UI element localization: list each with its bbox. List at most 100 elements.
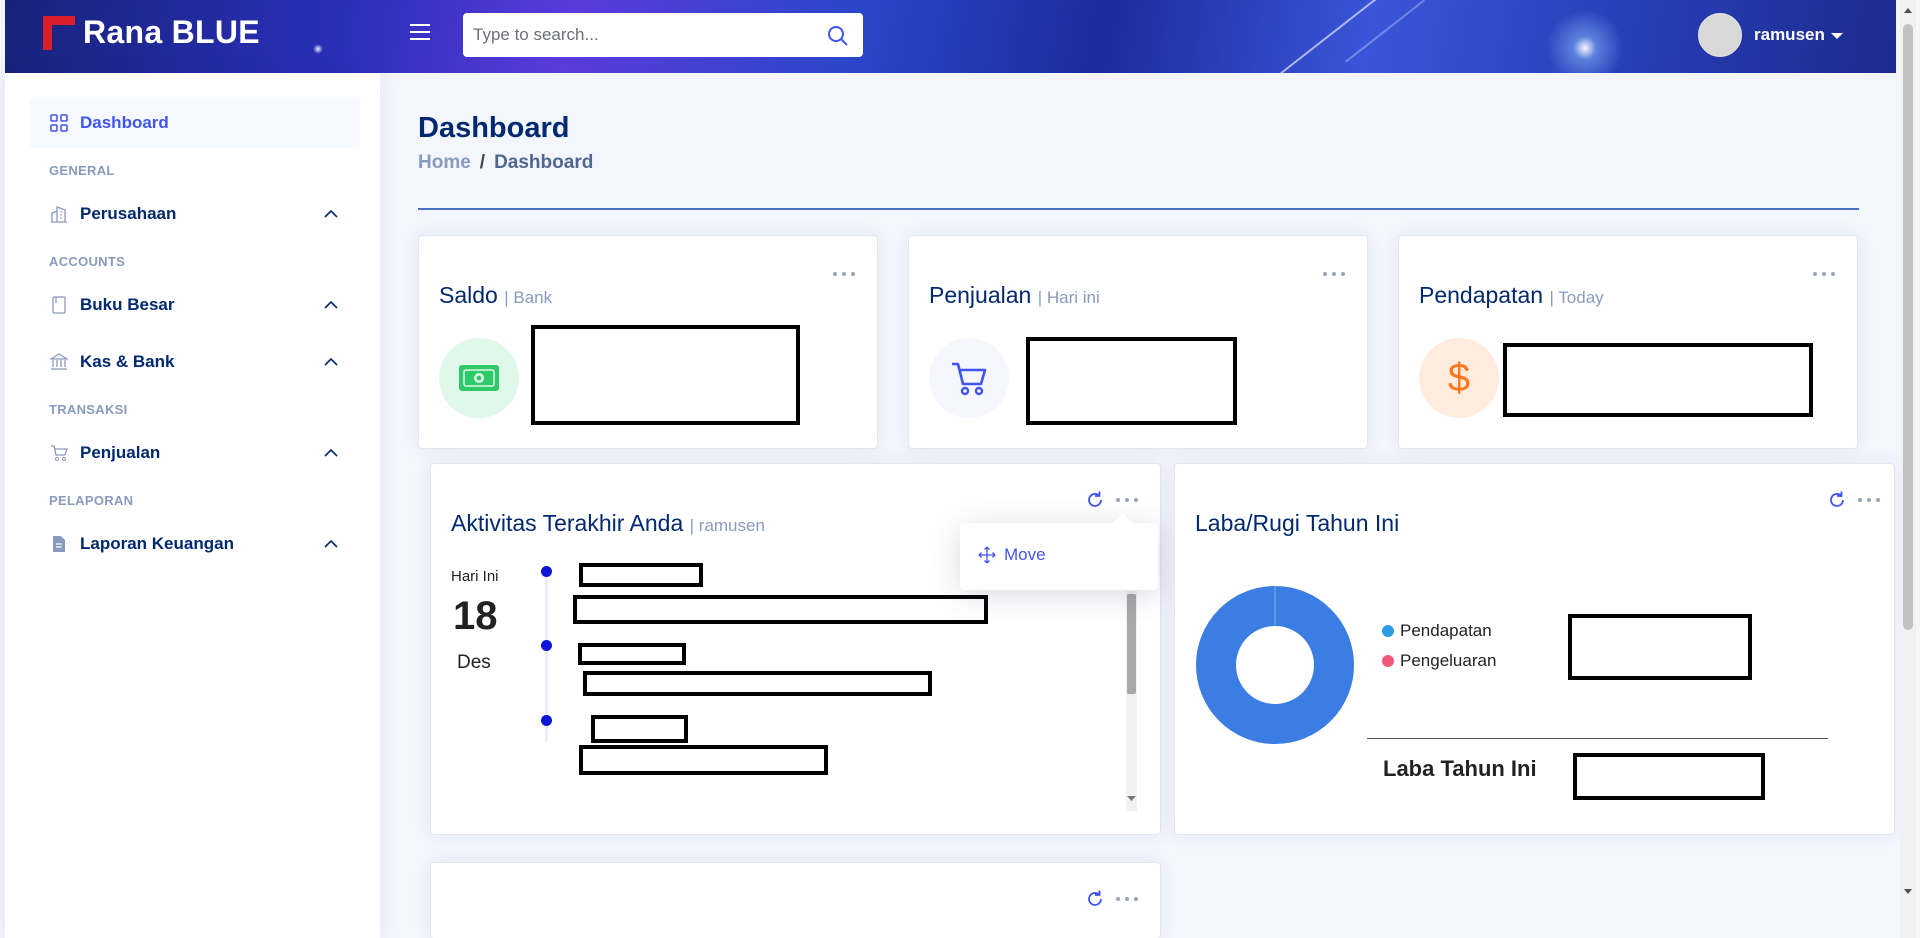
redacted-value	[1503, 343, 1813, 417]
chevron-up-icon	[324, 357, 338, 366]
card-subtitle: | Bank	[504, 288, 553, 307]
scroll-down-arrow-icon[interactable]	[1126, 795, 1137, 803]
legend-pendapatan: Pendapatan	[1382, 621, 1492, 641]
sidebar-item-label: Penjualan	[80, 443, 161, 462]
laba-tahun-ini-label: Laba Tahun Ini	[1383, 756, 1537, 781]
page-title: Dashboard	[418, 112, 570, 144]
activity-date-label: Hari Ini	[451, 568, 499, 585]
top-header: Rana BLUE ramusen	[5, 0, 1896, 73]
sidebar-item-label: Dashboard	[80, 113, 169, 132]
search-icon[interactable]	[827, 25, 849, 47]
page-scrollbar-thumb[interactable]	[1903, 24, 1913, 630]
move-arrows-icon	[978, 546, 996, 564]
more-options-icon[interactable]	[1116, 895, 1138, 903]
redacted-activity	[579, 563, 703, 587]
card-subtitle: | Today	[1549, 288, 1604, 307]
next-card-partial	[430, 862, 1161, 938]
more-options-icon[interactable]	[1858, 496, 1880, 504]
card-subtitle: | Hari ini	[1037, 288, 1100, 307]
avatar	[1698, 13, 1742, 57]
legend-dot	[1382, 655, 1394, 667]
dollar-icon: $	[1447, 355, 1471, 400]
header-flare	[1535, 8, 1635, 73]
sidebar-heading-pelaporan: PELAPORAN	[49, 493, 134, 508]
logo-mark-icon	[43, 15, 75, 50]
breadcrumb-current: Dashboard	[494, 152, 594, 173]
page-divider	[418, 208, 1859, 210]
laba-rugi-donut-chart	[1196, 586, 1354, 744]
more-options-icon[interactable]	[1116, 496, 1138, 504]
card-options-dropdown: Move	[960, 523, 1158, 590]
chevron-up-icon	[324, 448, 338, 457]
search-input[interactable]	[463, 25, 803, 45]
sidebar-item-dashboard[interactable]: Dashboard	[30, 98, 360, 148]
laba-rugi-card: Laba/Rugi Tahun Ini Pendapatan Pengeluar…	[1174, 463, 1895, 835]
sidebar-item-kas-bank[interactable]: Kas & Bank	[30, 337, 360, 387]
scroll-down-arrow-icon[interactable]	[1903, 888, 1913, 896]
sidebar-item-label: Buku Besar	[80, 295, 175, 314]
penjualan-card: Penjualan | Hari ini	[908, 235, 1368, 449]
redacted-activity	[583, 671, 932, 696]
sidebar-item-label: Perusahaan	[80, 204, 177, 223]
redacted-value	[1026, 337, 1237, 425]
app-logo[interactable]: Rana BLUE	[43, 14, 260, 51]
sidebar-item-laporan-keuangan[interactable]: Laporan Keuangan	[30, 519, 360, 569]
sidebar-heading-transaksi: TRANSAKSI	[49, 402, 128, 417]
timeline-dot	[541, 715, 552, 726]
refresh-icon[interactable]	[1085, 889, 1105, 909]
chevron-up-icon	[324, 300, 338, 309]
sidebar-heading-accounts: ACCOUNTS	[49, 254, 126, 269]
activity-card: Aktivitas Terakhir Anda | ramusen Hari I…	[430, 463, 1161, 835]
redacted-activity	[573, 595, 988, 624]
activity-month: Des	[457, 652, 491, 673]
card-title-text: Pendapatan	[1419, 282, 1544, 308]
sidebar-item-label: Laporan Keuangan	[80, 534, 234, 553]
header-decoration	[1279, 0, 1391, 73]
cart-icon-circle	[929, 338, 1009, 418]
dollar-icon-circle: $	[1419, 338, 1499, 418]
refresh-icon[interactable]	[1827, 490, 1847, 510]
header-decoration	[1344, 0, 1426, 63]
timeline-dot	[541, 566, 552, 577]
sidebar-item-perusahaan[interactable]: Perusahaan	[30, 189, 360, 239]
book-icon	[52, 296, 66, 314]
hamburger-icon	[410, 24, 430, 26]
sidebar-item-penjualan[interactable]: Penjualan	[30, 428, 360, 478]
redacted-value	[531, 325, 800, 425]
summary-divider	[1367, 738, 1828, 739]
activity-scrollbar-thumb[interactable]	[1127, 594, 1136, 694]
app-title: Rana BLUE	[83, 14, 260, 50]
redacted-activity	[578, 643, 686, 665]
sidebar-heading-general: GENERAL	[49, 163, 115, 178]
redacted-activity	[591, 715, 688, 743]
move-menu-label: Move	[1004, 545, 1046, 564]
page-scrollbar[interactable]	[1900, 0, 1916, 938]
more-options-icon[interactable]	[1323, 270, 1345, 278]
cart-icon	[952, 362, 987, 396]
card-title-text: Penjualan	[929, 282, 1032, 308]
legend-label: Pendapatan	[1400, 621, 1492, 640]
scroll-up-arrow-icon[interactable]	[1903, 6, 1913, 14]
timeline-dot	[541, 640, 552, 651]
profile-username: ramusen	[1754, 25, 1825, 44]
refresh-icon[interactable]	[1085, 490, 1105, 510]
move-menu-item[interactable]: Move	[978, 545, 1046, 565]
sidebar-item-buku-besar[interactable]: Buku Besar	[30, 280, 360, 330]
breadcrumb: Home / Dashboard	[418, 152, 593, 174]
sidebar-item-label: Kas & Bank	[80, 352, 175, 371]
card-title-text: Aktivitas Terakhir Anda	[451, 510, 684, 536]
bank-icon	[50, 353, 68, 370]
more-options-icon[interactable]	[833, 270, 855, 278]
menu-toggle-button[interactable]	[410, 24, 430, 42]
sidebar: Dashboard GENERAL Perusahaan ACCOUNTS Bu…	[5, 73, 380, 938]
card-subtitle: | ramusen	[689, 516, 765, 535]
breadcrumb-home-link[interactable]: Home	[418, 152, 471, 174]
more-options-icon[interactable]	[1813, 270, 1835, 278]
card-title: Saldo | Bank	[439, 282, 552, 309]
cash-icon	[459, 365, 499, 391]
profile-menu[interactable]: ramusen	[1698, 13, 1843, 57]
redacted-value	[1568, 614, 1752, 680]
report-icon	[53, 536, 65, 552]
grid-icon	[50, 114, 68, 132]
caret-down-icon	[1830, 33, 1843, 39]
